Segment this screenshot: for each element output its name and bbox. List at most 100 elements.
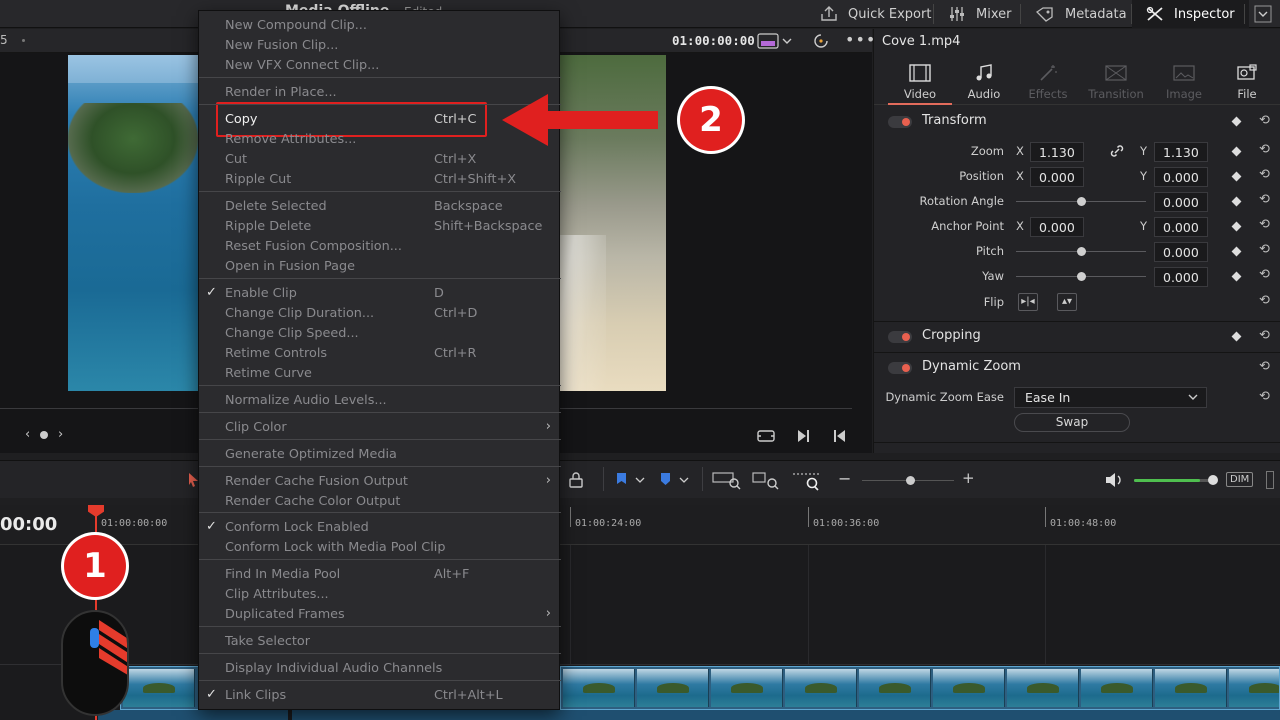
dim-button[interactable]: DIM: [1226, 472, 1254, 487]
dynamic-zoom-ease-dropdown[interactable]: Ease In: [1014, 387, 1207, 408]
cropping-section-header[interactable]: Cropping ⟲: [874, 321, 1280, 351]
keyframe-icon[interactable]: [1231, 171, 1242, 182]
menu-item-conform-lock-with-media-pool-clip[interactable]: Conform Lock with Media Pool Clip: [199, 538, 561, 558]
menu-item-open-in-fusion-page[interactable]: Open in Fusion Page: [199, 257, 561, 277]
tab-effects[interactable]: Effects: [1016, 57, 1080, 105]
menu-item-display-individual-audio-channels[interactable]: Display Individual Audio Channels: [199, 659, 561, 679]
tab-image[interactable]: Image: [1152, 57, 1216, 105]
marker-dot-icon[interactable]: [40, 431, 48, 439]
menu-item-enable-clip[interactable]: ✓ Enable Clip D: [199, 284, 561, 304]
timeline-zoom-knob[interactable]: [906, 476, 915, 485]
reset-icon[interactable]: ⟲: [1259, 142, 1270, 157]
anchor-x-field[interactable]: 0.000: [1030, 217, 1084, 237]
zoom-out-icon[interactable]: −: [838, 469, 851, 488]
mixer-button[interactable]: Mixer: [948, 0, 1011, 28]
menu-item-ripple-cut[interactable]: Ripple Cut Ctrl+Shift+X: [199, 170, 561, 190]
reset-icon[interactable]: ⟲: [1259, 242, 1270, 257]
expand-button[interactable]: [1254, 0, 1280, 28]
menu-item-new-fusion-clip[interactable]: New Fusion Clip...: [199, 36, 561, 56]
menu-item-clip-attributes[interactable]: Clip Attributes...: [199, 585, 561, 605]
menu-item-delete-selected[interactable]: Delete Selected Backspace: [199, 197, 561, 217]
prev-marker-icon[interactable]: ‹: [25, 427, 30, 442]
menu-item-reset-fusion-composition[interactable]: Reset Fusion Composition...: [199, 237, 561, 257]
menu-item-retime-curve[interactable]: Retime Curve: [199, 364, 561, 384]
menu-item-clip-color[interactable]: Clip Color ›: [199, 418, 561, 438]
transform-toggle[interactable]: [888, 116, 912, 128]
menu-item-render-cache-fusion-output[interactable]: Render Cache Fusion Output ›: [199, 472, 561, 492]
zoom-custom-icon[interactable]: [792, 470, 822, 492]
menu-item-duplicated-frames[interactable]: Duplicated Frames ›: [199, 605, 561, 625]
keyframe-icon[interactable]: [1231, 116, 1242, 127]
menu-item-normalize-audio-levels[interactable]: Normalize Audio Levels...: [199, 391, 561, 411]
pitch-slider-knob[interactable]: [1077, 247, 1086, 256]
swap-button[interactable]: Swap: [1014, 413, 1130, 432]
menu-item-generate-optimized-media[interactable]: Generate Optimized Media: [199, 445, 561, 465]
marker-icon[interactable]: [658, 472, 692, 488]
menu-item-render-cache-color-output[interactable]: Render Cache Color Output: [199, 492, 561, 512]
video-clip[interactable]: [120, 666, 200, 710]
rotation-slider-knob[interactable]: [1077, 197, 1086, 206]
tab-video[interactable]: Video: [888, 57, 952, 105]
keyframe-icon[interactable]: [1231, 271, 1242, 282]
tab-file[interactable]: File: [1215, 57, 1279, 105]
reset-icon[interactable]: ⟲: [1259, 267, 1270, 282]
link-icon[interactable]: [1110, 144, 1124, 158]
reset-icon[interactable]: ⟲: [1259, 293, 1270, 308]
menu-item-retime-controls[interactable]: Retime Controls Ctrl+R: [199, 344, 561, 364]
metadata-button[interactable]: Metadata: [1035, 0, 1127, 28]
yaw-field[interactable]: 0.000: [1154, 267, 1208, 287]
playback-loop-icon[interactable]: [812, 32, 830, 50]
flag-icon[interactable]: [614, 472, 648, 488]
dynamic-zoom-section-header[interactable]: Dynamic Zoom ⟲: [874, 352, 1280, 382]
next-clip-icon[interactable]: [795, 428, 811, 444]
menu-item-cut[interactable]: Cut Ctrl+X: [199, 150, 561, 170]
menu-item-new-compound-clip[interactable]: New Compound Clip...: [199, 16, 561, 36]
prev-clip-icon[interactable]: [832, 428, 848, 444]
rotation-field[interactable]: 0.000: [1154, 192, 1208, 212]
keyframe-icon[interactable]: [1231, 146, 1242, 157]
pitch-field[interactable]: 0.000: [1154, 242, 1208, 262]
menu-item-new-vfx-connect-clip[interactable]: New VFX Connect Clip...: [199, 56, 561, 76]
volume-icon[interactable]: [1104, 472, 1124, 488]
tab-transition[interactable]: Transition: [1084, 57, 1148, 105]
zoom-full-icon[interactable]: [712, 470, 742, 490]
transform-section-header[interactable]: Transform ⟲: [874, 107, 1280, 137]
zoom-y-field[interactable]: 1.130: [1154, 142, 1208, 162]
menu-item-change-clip-duration[interactable]: Change Clip Duration... Ctrl+D: [199, 304, 561, 324]
reset-icon[interactable]: ⟲: [1259, 389, 1270, 404]
position-x-field[interactable]: 0.000: [1030, 167, 1084, 187]
menu-item-find-in-media-pool[interactable]: Find In Media Pool Alt+F: [199, 565, 561, 585]
reset-icon[interactable]: ⟲: [1259, 359, 1270, 374]
menu-item-change-clip-speed[interactable]: Change Clip Speed...: [199, 324, 561, 344]
cropping-toggle[interactable]: [888, 331, 912, 343]
inspector-button[interactable]: Inspector: [1132, 0, 1249, 28]
menu-item-link-clips[interactable]: ✓ Link Clips Ctrl+Alt+L: [199, 686, 561, 706]
lock-icon[interactable]: [567, 471, 585, 489]
more-options-icon[interactable]: •••: [845, 30, 876, 49]
zoom-in-icon[interactable]: +: [962, 469, 975, 487]
reset-icon[interactable]: ⟲: [1259, 167, 1270, 182]
position-y-field[interactable]: 0.000: [1154, 167, 1208, 187]
menu-item-take-selector[interactable]: Take Selector: [199, 632, 561, 652]
keyframe-icon[interactable]: [1231, 331, 1242, 342]
video-clip[interactable]: [560, 666, 1280, 710]
yaw-slider-knob[interactable]: [1077, 272, 1086, 281]
quick-export-button[interactable]: Quick Export: [820, 0, 931, 28]
tab-audio[interactable]: Audio: [952, 57, 1016, 105]
loop-icon[interactable]: [756, 428, 776, 444]
menu-item-ripple-delete[interactable]: Ripple Delete Shift+Backspace: [199, 217, 561, 237]
reset-icon[interactable]: ⟲: [1259, 217, 1270, 232]
keyframe-icon[interactable]: [1231, 196, 1242, 207]
reset-icon[interactable]: ⟲: [1259, 328, 1270, 343]
dynamic-zoom-toggle[interactable]: [888, 362, 912, 374]
flip-vertical-icon[interactable]: ▴▾: [1057, 293, 1077, 311]
zoom-x-field[interactable]: 1.130: [1030, 142, 1084, 162]
next-marker-icon[interactable]: ›: [58, 427, 63, 442]
anchor-y-field[interactable]: 0.000: [1154, 217, 1208, 237]
reset-icon[interactable]: ⟲: [1259, 113, 1270, 128]
keyframe-icon[interactable]: [1231, 221, 1242, 232]
flip-horizontal-icon[interactable]: ▸|◂: [1018, 293, 1038, 311]
keyframe-icon[interactable]: [1231, 246, 1242, 257]
reset-icon[interactable]: ⟲: [1259, 192, 1270, 207]
zoom-detail-icon[interactable]: [752, 470, 782, 490]
